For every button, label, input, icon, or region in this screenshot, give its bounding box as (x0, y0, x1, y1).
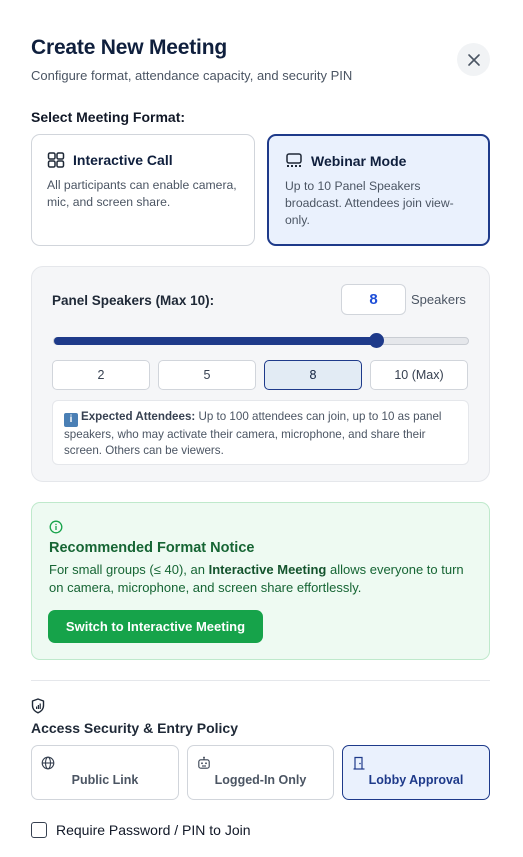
dialog-title: Create New Meeting (31, 36, 227, 59)
access-option-lobby-approval[interactable]: Lobby Approval (342, 745, 490, 800)
info-circle-icon (49, 520, 63, 534)
switch-to-interactive-button[interactable]: Switch to Interactive Meeting (48, 610, 263, 643)
slider-fill (54, 337, 378, 345)
format-option-interactive-call[interactable]: Interactive Call All participants can en… (31, 134, 255, 246)
format-option-webinar-mode[interactable]: Webinar Mode Up to 10 Panel Speakers bro… (267, 134, 490, 246)
shield-icon (31, 698, 45, 719)
preset-button-5[interactable]: 5 (158, 360, 256, 390)
notice-body-emphasis: Interactive Meeting (208, 562, 327, 577)
attendee-info-title: Expected Attendees: (81, 410, 196, 423)
divider (31, 680, 490, 681)
format-section-label: Select Meeting Format: (31, 109, 186, 125)
format-option-title: Webinar Mode (311, 153, 407, 169)
speakers-unit: Speakers (411, 292, 466, 307)
access-option-label: Logged-In Only (214, 773, 307, 787)
attendee-info: i Expected Attendees: Up to 100 attendees… (52, 400, 469, 465)
preset-button-8[interactable]: 8 (264, 360, 362, 390)
require-pin-checkbox[interactable] (31, 822, 47, 838)
close-icon (467, 53, 480, 66)
speakers-panel: Panel Speakers (Max 10): Speakers 2 5 8 … (31, 266, 490, 482)
access-option-label: Lobby Approval (368, 773, 464, 787)
presentation-icon (286, 153, 302, 167)
preset-button-2[interactable]: 2 (52, 360, 150, 390)
close-button[interactable] (457, 43, 490, 76)
slider-thumb[interactable] (369, 333, 384, 348)
notice-title: Recommended Format Notice (49, 540, 255, 556)
security-title: Access Security & Entry Policy (31, 720, 238, 736)
grid-icon (47, 152, 65, 168)
format-option-description: All participants can enable camera, mic,… (47, 178, 237, 209)
access-option-logged-in-only[interactable]: Logged-In Only (187, 745, 334, 800)
format-option-description: Up to 10 Panel Speakers broadcast. Atten… (285, 179, 454, 227)
format-option-title: Interactive Call (73, 152, 173, 168)
robot-icon (198, 756, 210, 769)
require-pin-row[interactable]: Require Password / PIN to Join (31, 822, 251, 838)
info-badge-icon: i (64, 413, 78, 427)
dialog-subtitle: Configure format, attendance capacity, a… (31, 68, 353, 83)
require-pin-label: Require Password / PIN to Join (56, 822, 251, 838)
recommendation-notice: Recommended Format Notice For small grou… (31, 502, 490, 660)
access-option-public-link[interactable]: Public Link (31, 745, 179, 800)
preset-button-10[interactable]: 10 (Max) (370, 360, 468, 390)
speakers-count-input[interactable] (341, 284, 406, 315)
speaker-presets: 2 5 8 10 (Max) (52, 360, 468, 390)
notice-body: For small groups (≤ 40), an Interactive … (49, 561, 469, 597)
door-icon (353, 756, 365, 770)
speakers-label: Panel Speakers (Max 10): (52, 293, 215, 308)
access-option-label: Public Link (71, 773, 139, 787)
notice-body-prefix: For small groups (≤ 40), an (49, 562, 209, 577)
speakers-slider[interactable] (53, 333, 469, 348)
globe-icon (41, 756, 55, 770)
